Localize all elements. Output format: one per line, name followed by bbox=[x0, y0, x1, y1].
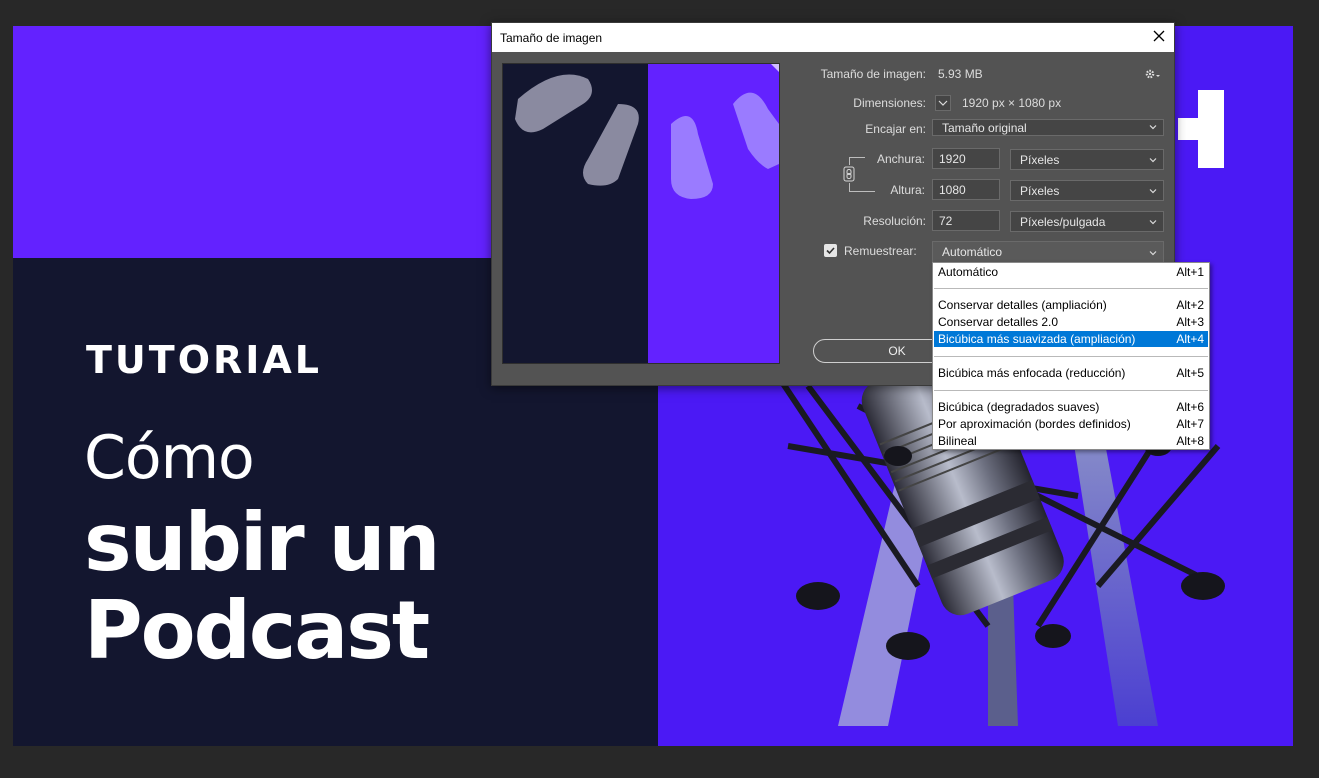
width-label: Anchura: bbox=[876, 152, 925, 166]
chevron-down-icon bbox=[1149, 158, 1157, 163]
headline-line-1: Cómo bbox=[84, 423, 255, 493]
resample-menu: Automático Alt+1 Conservar detalles (amp… bbox=[932, 262, 1210, 450]
menu-item-bicubica-suavizada[interactable]: Bicúbica más suavizada (ampliación) Alt+… bbox=[934, 331, 1208, 347]
width-unit-value: Píxeles bbox=[1020, 153, 1060, 167]
dialog-title: Tamaño de imagen bbox=[500, 31, 603, 45]
link-chain-icon[interactable] bbox=[843, 166, 855, 182]
menu-item-bicubica-enfocada[interactable]: Bicúbica más enfocada (reducción) Alt+5 bbox=[934, 365, 1208, 381]
headline-line-2: subir un bbox=[84, 496, 440, 589]
image-size-label: Tamaño de imagen: bbox=[820, 67, 926, 81]
dimensions-label: Dimensiones: bbox=[853, 96, 926, 110]
image-preview[interactable] bbox=[502, 63, 780, 364]
resolution-label: Resolución: bbox=[863, 214, 926, 228]
menu-separator bbox=[934, 288, 1208, 289]
fit-select[interactable]: Tamaño original bbox=[932, 119, 1164, 136]
link-bracket-top-v bbox=[849, 157, 850, 165]
fit-select-value: Tamaño original bbox=[942, 121, 1027, 135]
dialog-titlebar[interactable]: Tamaño de imagen bbox=[492, 23, 1174, 52]
menu-item-por-aproximacion[interactable]: Por aproximación (bordes definidos) Alt+… bbox=[934, 416, 1208, 432]
headline-line-3: Podcast bbox=[84, 584, 430, 677]
resolution-unit-value: Píxeles/pulgada bbox=[1020, 215, 1106, 229]
chevron-down-icon bbox=[1149, 251, 1157, 256]
height-input[interactable]: 1080 bbox=[932, 179, 1000, 200]
image-size-value: 5.93 MB bbox=[938, 67, 983, 81]
fit-label: Encajar en: bbox=[865, 122, 926, 136]
height-unit-select[interactable]: Píxeles bbox=[1010, 180, 1164, 201]
chevron-down-icon bbox=[1149, 125, 1157, 130]
chevron-down-icon bbox=[938, 100, 948, 106]
menu-item-conservar-detalles[interactable]: Conservar detalles (ampliación) Alt+2 bbox=[934, 297, 1208, 313]
dimensions-value: 1920 px × 1080 px bbox=[962, 96, 1062, 110]
tutorial-label: TUTORIAL bbox=[86, 338, 323, 382]
height-label: Altura: bbox=[890, 183, 925, 197]
menu-item-automatico[interactable]: Automático Alt+1 bbox=[934, 264, 1208, 280]
dimensions-dropdown[interactable] bbox=[935, 95, 951, 111]
chevron-down-icon bbox=[1149, 189, 1157, 194]
logo-mark bbox=[1178, 90, 1224, 168]
close-icon[interactable] bbox=[1152, 29, 1166, 43]
height-unit-value: Píxeles bbox=[1020, 184, 1060, 198]
resample-select-value: Automático bbox=[942, 245, 1003, 259]
width-unit-select[interactable]: Píxeles bbox=[1010, 149, 1164, 170]
menu-item-bilineal[interactable]: Bilineal Alt+8 bbox=[934, 433, 1208, 449]
menu-separator bbox=[934, 390, 1208, 391]
resolution-unit-select[interactable]: Píxeles/pulgada bbox=[1010, 211, 1164, 232]
resample-label: Remuestrear: bbox=[844, 244, 917, 258]
resolution-input[interactable]: 72 bbox=[932, 210, 1000, 231]
gear-icon[interactable] bbox=[1145, 68, 1161, 80]
menu-item-conservar-detalles-2[interactable]: Conservar detalles 2.0 Alt+3 bbox=[934, 314, 1208, 330]
link-bracket-bottom-v bbox=[849, 183, 850, 191]
menu-separator bbox=[934, 356, 1208, 357]
menu-item-bicubica-degradados[interactable]: Bicúbica (degradados suaves) Alt+6 bbox=[934, 399, 1208, 415]
resample-checkbox[interactable] bbox=[824, 244, 837, 257]
chevron-down-icon bbox=[1149, 220, 1157, 225]
width-input[interactable]: 1920 bbox=[932, 148, 1000, 169]
resample-select[interactable]: Automático bbox=[932, 241, 1164, 263]
